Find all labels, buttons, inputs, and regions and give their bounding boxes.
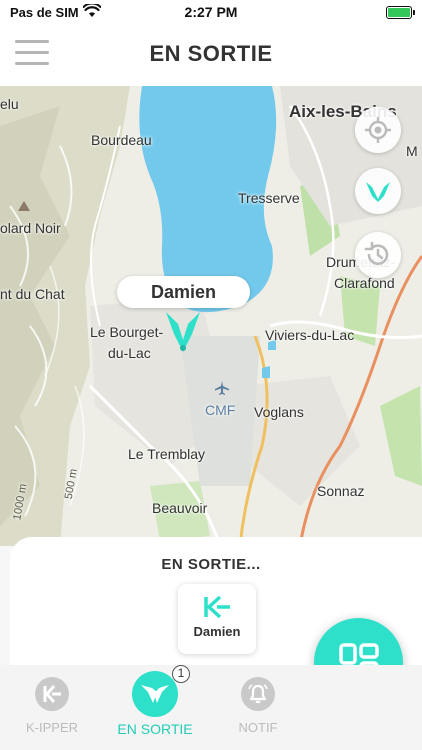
map-label-dent-du-chat: nt du Chat: [0, 286, 65, 302]
tab-en-sortie[interactable]: 1 EN SORTIE: [105, 665, 205, 737]
locate-icon: [365, 117, 391, 143]
tab-kipper-label: K-IPPER: [25, 720, 78, 735]
person-card[interactable]: Damien: [178, 584, 256, 654]
tab-notif[interactable]: NOTIF: [208, 677, 308, 735]
map-label-bourdeau: Bourdeau: [91, 132, 152, 148]
map-background: [0, 86, 422, 546]
map-label-cmf: CMF: [205, 402, 236, 418]
k-logo-icon: [35, 677, 69, 711]
clock: 2:27 PM: [184, 4, 238, 20]
tab-notif-label: NOTIF: [238, 720, 278, 735]
map-label-viviers: Viviers-du-Lac: [265, 327, 355, 343]
map-label-voglans: Voglans: [254, 404, 304, 420]
map-label-le-bourget: Le Bourget-: [90, 324, 164, 340]
map-label-olard-noir: olard Noir: [0, 220, 61, 236]
map-label-m: M: [406, 143, 418, 159]
outing-icon: 1: [132, 665, 190, 717]
panel-title: EN SORTIE...: [161, 556, 261, 573]
bell-icon: [241, 677, 275, 711]
map-label-clarafond: Clarafond: [334, 275, 395, 291]
map-label-sonnaz: Sonnaz: [317, 483, 365, 499]
map-view[interactable]: Aix-les-Bains elu M Bourdeau Tresserve o…: [0, 86, 422, 546]
tab-bar: K-IPPER 1 EN SORTIE NOTIF: [0, 665, 422, 750]
map-label-le-tremblay: Le Tremblay: [128, 446, 206, 462]
kipper-chevron-icon: [366, 182, 390, 202]
outing-count-badge: 1: [172, 665, 190, 683]
tab-en-sortie-label: EN SORTIE: [117, 721, 193, 737]
airport-icon: [215, 381, 229, 395]
status-bar: Pas de SIM 2:27 PM: [0, 0, 422, 26]
tab-kipper[interactable]: K-IPPER: [2, 677, 102, 735]
marker-name-label: Damien: [117, 276, 250, 308]
kipper-view-button[interactable]: [355, 168, 401, 214]
history-icon: [364, 241, 389, 265]
page-title: EN SORTIE: [149, 41, 273, 66]
map-label-du-lac: du-Lac: [108, 345, 151, 361]
battery-icon: [386, 6, 415, 19]
map-label-elu: elu: [0, 96, 19, 112]
app-header: EN SORTIE: [0, 26, 422, 86]
k-logo-icon: [204, 596, 230, 618]
map-label-tresserve: Tresserve: [238, 190, 300, 206]
map-label-beauvoir: Beauvoir: [152, 500, 208, 516]
kipper-marker-icon[interactable]: [164, 310, 202, 356]
locate-button[interactable]: [355, 107, 401, 153]
history-button[interactable]: [355, 232, 401, 278]
person-name: Damien: [193, 624, 241, 639]
